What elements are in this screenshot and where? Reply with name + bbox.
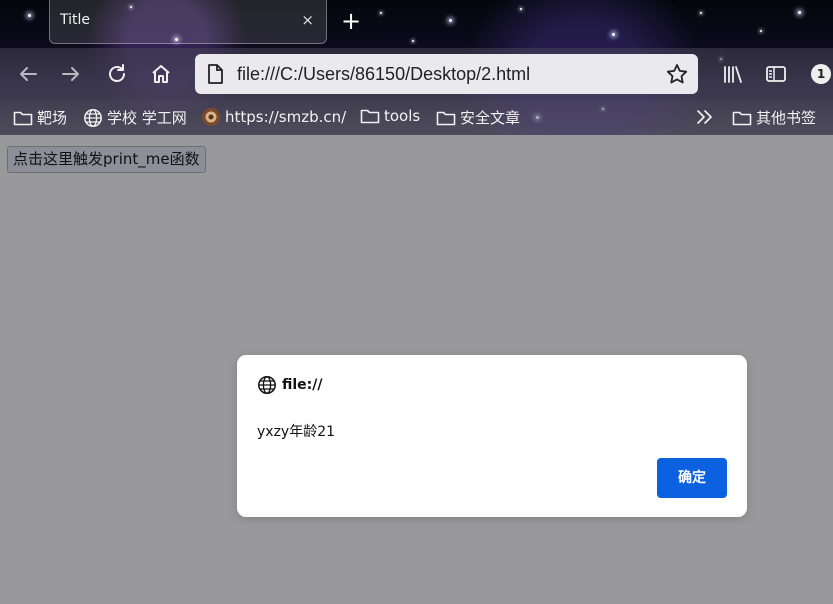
bookmark-star-icon[interactable] xyxy=(666,63,688,89)
page-content: 点击这里触发print_me函数 file:// yxzy年龄21 确定 xyxy=(0,135,833,604)
alert-dialog: file:// yxzy年龄21 确定 xyxy=(237,355,747,517)
address-bar[interactable]: file:///C:/Users/86150/Desktop/2.html xyxy=(195,54,698,94)
star-decoration xyxy=(798,11,801,14)
folder-icon xyxy=(436,111,456,125)
star-decoration xyxy=(380,12,382,14)
globe-icon xyxy=(84,108,102,127)
browser-chrome: Title × + file:///C:/Users/86150/Desktop… xyxy=(0,0,833,135)
bookmark-item-school[interactable]: 学校 学工网 xyxy=(83,107,187,128)
forward-arrow-icon[interactable] xyxy=(59,62,83,86)
bookmark-item-range[interactable]: 靶场 xyxy=(13,107,67,128)
bookmark-item-tools[interactable]: tools xyxy=(360,107,420,125)
new-tab-icon[interactable]: + xyxy=(341,6,361,36)
bookmark-label: 学校 学工网 xyxy=(107,109,187,127)
folder-icon xyxy=(360,109,380,124)
sidebar-icon[interactable] xyxy=(764,62,788,86)
bookmarks-toolbar: 靶场 学校 学工网 https://smzb.cn/ tools 安全文章 其他… xyxy=(0,100,833,135)
library-icon[interactable] xyxy=(720,62,744,86)
bookmark-label: https://smzb.cn/ xyxy=(225,108,347,126)
chevrons-right-icon[interactable] xyxy=(696,109,714,125)
globe-icon xyxy=(258,376,276,394)
tab-title: Title xyxy=(60,12,91,28)
bookmark-label: tools xyxy=(384,107,421,125)
page-icon xyxy=(207,64,223,88)
site-favicon-icon xyxy=(202,108,220,126)
bookmark-label: 靶场 xyxy=(37,109,68,127)
star-decoration xyxy=(412,40,414,42)
bookmark-item-other[interactable]: 其他书签 xyxy=(732,107,816,128)
star-decoration xyxy=(449,19,452,22)
star-decoration xyxy=(520,8,522,10)
browser-tab[interactable]: Title × xyxy=(49,0,327,44)
dialog-origin: file:// xyxy=(282,377,323,393)
url-text[interactable]: file:///C:/Users/86150/Desktop/2.html xyxy=(237,64,530,85)
back-arrow-icon[interactable] xyxy=(16,62,40,86)
bookmark-item-security-articles[interactable]: 安全文章 xyxy=(436,107,520,128)
star-decoration xyxy=(760,30,762,32)
dialog-header: file:// xyxy=(257,375,323,395)
bookmark-label: 其他书签 xyxy=(756,109,817,127)
ok-button[interactable]: 确定 xyxy=(657,458,727,498)
reload-icon[interactable] xyxy=(105,62,129,86)
navigation-toolbar: file:///C:/Users/86150/Desktop/2.html 1 xyxy=(0,48,833,100)
print-me-button[interactable]: 点击这里触发print_me函数 xyxy=(7,146,206,173)
star-decoration xyxy=(28,14,31,17)
star-decoration xyxy=(700,12,702,14)
bookmark-label: 安全文章 xyxy=(460,109,521,127)
folder-icon xyxy=(732,111,752,125)
extension-badge[interactable]: 1 xyxy=(811,64,831,84)
folder-icon xyxy=(13,111,33,125)
close-icon[interactable]: × xyxy=(301,11,314,29)
bookmark-item-smzb[interactable]: https://smzb.cn/ xyxy=(201,107,346,127)
star-decoration xyxy=(612,33,615,36)
home-icon[interactable] xyxy=(149,62,173,86)
dialog-message: yxzy年龄21 xyxy=(257,424,336,440)
